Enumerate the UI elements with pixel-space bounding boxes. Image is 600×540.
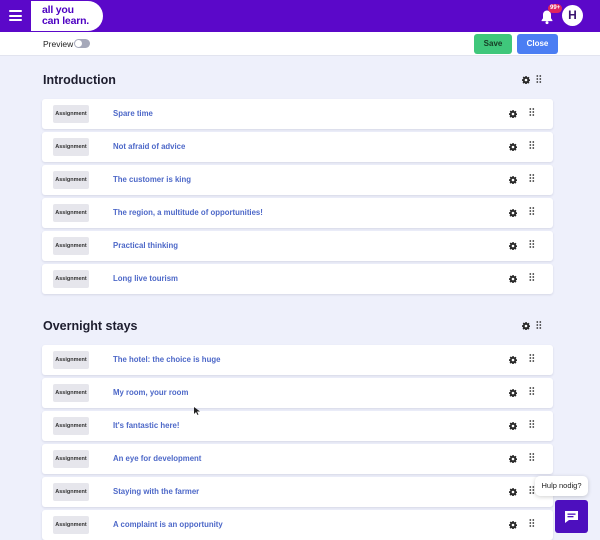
notification-badge: 99+ bbox=[548, 4, 563, 13]
item-type-tag: Assignment bbox=[53, 516, 89, 534]
item-title-link[interactable]: Not afraid of advice bbox=[113, 142, 185, 151]
item-title-link[interactable]: Long live tourism bbox=[113, 274, 178, 283]
chat-icon bbox=[565, 511, 578, 523]
item-drag-handle-icon[interactable] bbox=[529, 108, 535, 116]
close-button[interactable]: Close bbox=[517, 34, 558, 54]
section-title: Overnight stays bbox=[43, 319, 138, 333]
list-item[interactable]: Assignment The hotel: the choice is huge bbox=[42, 345, 553, 375]
item-title-link[interactable]: The region, a multitude of opportunities… bbox=[113, 208, 263, 217]
item-type-tag: Assignment bbox=[53, 417, 89, 435]
section-title: Introduction bbox=[43, 73, 116, 87]
item-type-tag: Assignment bbox=[53, 483, 89, 501]
item-type-tag: Assignment bbox=[53, 270, 89, 288]
item-title-link[interactable]: A complaint is an opportunity bbox=[113, 520, 223, 529]
item-drag-handle-icon[interactable] bbox=[529, 453, 535, 461]
item-settings-gear-icon[interactable] bbox=[509, 176, 517, 184]
list-item[interactable]: Assignment Practical thinking bbox=[42, 231, 553, 261]
hamburger-menu-icon[interactable] bbox=[9, 10, 22, 21]
item-title-link[interactable]: Practical thinking bbox=[113, 241, 178, 250]
chat-button[interactable] bbox=[555, 500, 588, 533]
mouse-cursor-icon bbox=[194, 402, 200, 415]
item-settings-gear-icon[interactable] bbox=[509, 356, 517, 364]
list-item[interactable]: Assignment The region, a multitude of opp… bbox=[42, 198, 553, 228]
item-settings-gear-icon[interactable] bbox=[509, 389, 517, 397]
item-settings-gear-icon[interactable] bbox=[509, 209, 517, 217]
item-drag-handle-icon[interactable] bbox=[529, 273, 535, 281]
preview-toggle[interactable] bbox=[74, 39, 90, 48]
section-drag-handle-icon[interactable] bbox=[536, 75, 542, 83]
item-type-tag: Assignment bbox=[53, 138, 89, 156]
item-title-link[interactable]: Spare time bbox=[113, 109, 153, 118]
list-item[interactable]: Assignment Long live tourism bbox=[42, 264, 553, 294]
list-item[interactable]: Assignment Staying with the farmer bbox=[42, 477, 553, 507]
help-bubble[interactable]: Hulp nodig? bbox=[535, 476, 588, 496]
item-title-link[interactable]: The hotel: the choice is huge bbox=[113, 355, 220, 364]
list-item[interactable]: Assignment The customer is king bbox=[42, 165, 553, 195]
list-item[interactable]: Assignment An eye for development bbox=[42, 444, 553, 474]
item-settings-gear-icon[interactable] bbox=[509, 143, 517, 151]
item-drag-handle-icon[interactable] bbox=[529, 354, 535, 362]
top-bar: all you can learn. 99+ H bbox=[0, 0, 600, 32]
item-title-link[interactable]: The customer is king bbox=[113, 175, 191, 184]
logo[interactable]: all you can learn. bbox=[31, 1, 103, 31]
section-settings-gear-icon[interactable] bbox=[522, 76, 530, 84]
section-settings-gear-icon[interactable] bbox=[522, 322, 530, 330]
item-drag-handle-icon[interactable] bbox=[529, 207, 535, 215]
list-item[interactable]: Assignment My room, your room bbox=[42, 378, 553, 408]
item-title-link[interactable]: An eye for development bbox=[113, 454, 201, 463]
item-drag-handle-icon[interactable] bbox=[529, 174, 535, 182]
item-type-tag: Assignment bbox=[53, 237, 89, 255]
item-drag-handle-icon[interactable] bbox=[529, 240, 535, 248]
item-title-link[interactable]: It's fantastic here! bbox=[113, 421, 179, 430]
list-item[interactable]: Assignment It's fantastic here! bbox=[42, 411, 553, 441]
item-settings-gear-icon[interactable] bbox=[509, 422, 517, 430]
item-drag-handle-icon[interactable] bbox=[529, 387, 535, 395]
preview-label: Preview bbox=[43, 39, 74, 49]
item-type-tag: Assignment bbox=[53, 204, 89, 222]
item-title-link[interactable]: My room, your room bbox=[113, 388, 188, 397]
item-type-tag: Assignment bbox=[53, 351, 89, 369]
item-settings-gear-icon[interactable] bbox=[509, 455, 517, 463]
item-settings-gear-icon[interactable] bbox=[509, 275, 517, 283]
item-drag-handle-icon[interactable] bbox=[529, 141, 535, 149]
item-drag-handle-icon[interactable] bbox=[529, 519, 535, 527]
toolbar: Preview Save Close bbox=[0, 32, 600, 56]
item-type-tag: Assignment bbox=[53, 450, 89, 468]
item-type-tag: Assignment bbox=[53, 384, 89, 402]
list-item[interactable]: Assignment A complaint is an opportunity bbox=[42, 510, 553, 540]
user-avatar[interactable]: H bbox=[562, 5, 583, 26]
item-settings-gear-icon[interactable] bbox=[509, 521, 517, 529]
item-settings-gear-icon[interactable] bbox=[509, 110, 517, 118]
list-item[interactable]: Assignment Not afraid of advice bbox=[42, 132, 553, 162]
logo-line-1: all you bbox=[42, 4, 74, 16]
list-item[interactable]: Assignment Spare time bbox=[42, 99, 553, 129]
section-drag-handle-icon[interactable] bbox=[536, 321, 542, 329]
item-settings-gear-icon[interactable] bbox=[509, 488, 517, 496]
save-button[interactable]: Save bbox=[474, 34, 512, 54]
item-drag-handle-icon[interactable] bbox=[529, 420, 535, 428]
item-settings-gear-icon[interactable] bbox=[509, 242, 517, 250]
item-title-link[interactable]: Staying with the farmer bbox=[113, 487, 199, 496]
logo-line-2: can learn. bbox=[42, 14, 90, 27]
item-type-tag: Assignment bbox=[53, 171, 89, 189]
item-type-tag: Assignment bbox=[53, 105, 89, 123]
